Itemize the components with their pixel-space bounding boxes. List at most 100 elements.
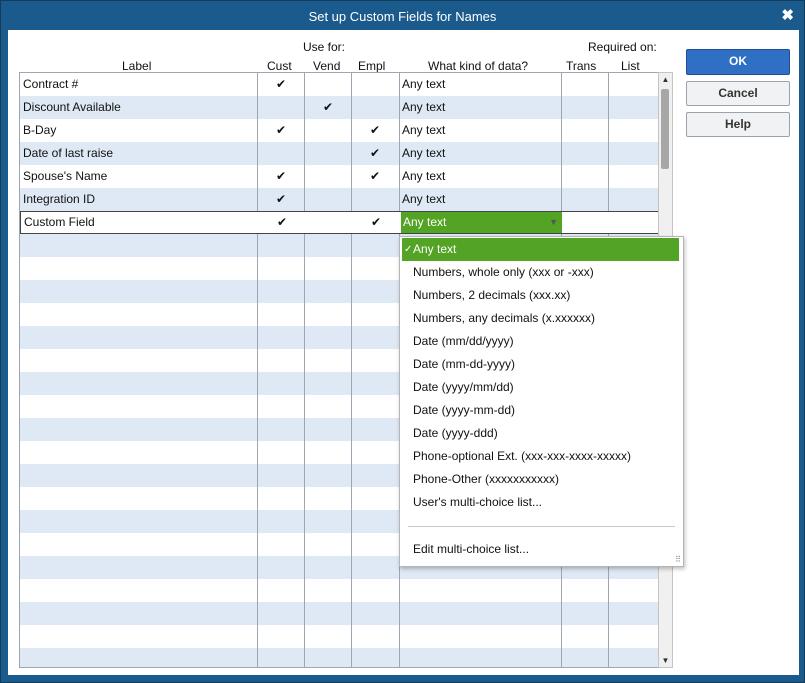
data-type-option[interactable]: ✓ Any text [402,238,679,261]
cust-column-header: Cust [267,59,292,73]
row-empl-cell[interactable]: ✔ [352,119,398,142]
empl-column-header: Empl [358,59,386,73]
scroll-down-icon[interactable]: ▼ [659,654,672,667]
row-cust-cell[interactable]: ✔ [258,73,304,96]
column-divider [351,73,352,667]
scroll-up-icon[interactable]: ▲ [659,73,672,86]
row-vend-cell[interactable] [305,119,351,142]
row-cust-cell[interactable]: ✔ [258,119,304,142]
row-vend-cell[interactable] [305,142,351,165]
label-column-header: Label [122,59,152,73]
option-label: Date (mm/dd/yyyy) [413,334,514,348]
data-type-option[interactable]: Date (yyyy-ddd) [402,422,679,445]
row-label-cell[interactable]: Integration ID [23,188,253,211]
resize-grip-icon[interactable]: ⠿ [675,555,681,564]
dialog-content: Use for: Required on: Label Cust Vend Em… [8,30,799,675]
column-divider [257,73,258,667]
data-type-option[interactable]: Phone-Other (xxxxxxxxxxx) [402,468,679,491]
row-kind-cell[interactable]: Any text [402,96,560,119]
empty-table-row [20,648,659,667]
option-label: Date (yyyy-mm-dd) [413,403,516,417]
data-type-option[interactable]: User's multi-choice list... [402,491,679,514]
dialog-title: Set up Custom Fields for Names [308,9,497,24]
kind-column-header: What kind of data? [428,59,529,73]
data-type-option[interactable]: Date (mm-dd-yyyy) [402,353,679,376]
table-row[interactable]: Spouse's Name ✔ ✔ Any text [20,165,659,188]
vend-column-header: Vend [313,59,341,73]
table-row[interactable]: B-Day ✔ ✔ Any text [20,119,659,142]
option-label: User's multi-choice list... [413,495,542,509]
cancel-button[interactable]: Cancel [686,81,790,106]
data-type-option[interactable]: Numbers, 2 decimals (xxx.xx) [402,284,679,307]
scroll-thumb[interactable] [661,89,669,169]
row-empl-cell[interactable] [352,96,398,119]
empty-table-row [20,602,659,625]
row-kind-cell[interactable]: Any text [402,165,560,188]
list-column-header: List [621,59,640,73]
data-type-dropdown: ✓ Any text Numbers, whole only (xxx or -xx… [399,236,684,567]
option-label: Numbers, any decimals (x.xxxxxx) [413,311,596,325]
row-empl-cell[interactable] [352,188,398,211]
data-type-option[interactable]: Date (yyyy/mm/dd) [402,376,679,399]
option-label: Date (yyyy/mm/dd) [413,380,514,394]
row-label-cell[interactable]: Spouse's Name [23,165,253,188]
row-vend-cell[interactable] [305,165,351,188]
checkmark-icon: ✓ [404,244,413,255]
empty-table-row [20,579,659,602]
row-kind-cell[interactable]: Any text [402,142,560,165]
title-bar: Set up Custom Fields for Names ✖ [1,1,804,30]
menu-separator [408,526,675,527]
option-label: Any text [413,242,457,256]
row-vend-cell[interactable] [305,73,351,96]
setup-custom-fields-dialog: Set up Custom Fields for Names ✖ Use for… [0,0,805,683]
row-kind-cell[interactable]: Any text [402,188,560,211]
active-table-row[interactable]: Custom Field ✔ ✔ Any text ▼ [20,211,659,234]
row-label-cell[interactable]: Date of last raise [23,142,253,165]
data-type-option[interactable]: Date (yyyy-mm-dd) [402,399,679,422]
data-type-value: Any text [403,215,447,229]
table-row[interactable]: Discount Available ✔ Any text [20,96,659,119]
column-divider [304,73,305,667]
row-kind-cell[interactable]: Any text [402,73,560,96]
ok-button[interactable]: OK [686,49,790,75]
row-kind-cell[interactable]: Any text [402,119,560,142]
option-label: Phone-Other (xxxxxxxxxxx) [413,472,560,486]
active-row-empl-check[interactable]: ✔ [353,212,399,235]
row-cust-cell[interactable] [258,142,304,165]
empty-table-row [20,625,659,648]
row-label-cell[interactable]: B-Day [23,119,253,142]
option-label: Date (yyyy-ddd) [413,426,498,440]
table-row[interactable]: Contract # ✔ Any text [20,73,659,96]
active-row-cust-check[interactable]: ✔ [259,212,305,235]
data-type-option[interactable]: Numbers, whole only (xxx or -xxx) [402,261,679,284]
row-cust-cell[interactable] [258,96,304,119]
close-icon[interactable]: ✖ [781,6,794,24]
required-on-header: Required on: [588,40,657,54]
use-for-header: Use for: [303,40,346,54]
trans-column-header: Trans [566,59,597,73]
row-cust-cell[interactable]: ✔ [258,165,304,188]
data-type-combobox[interactable]: Any text ▼ [401,212,562,233]
help-button[interactable]: Help [686,112,790,137]
row-cust-cell[interactable]: ✔ [258,188,304,211]
row-empl-cell[interactable] [352,73,398,96]
data-type-option[interactable]: Numbers, any decimals (x.xxxxxx) [402,307,679,330]
data-type-option[interactable]: Phone-optional Ext. (xxx-xxx-xxxx-xxxxx) [402,445,679,468]
chevron-down-icon[interactable]: ▼ [549,212,558,233]
option-label: Numbers, 2 decimals (xxx.xx) [413,288,571,302]
edit-multi-choice-list-option[interactable]: Edit multi-choice list... [402,538,679,561]
data-type-option[interactable]: Date (mm/dd/yyyy) [402,330,679,353]
active-row-label[interactable]: Custom Field [24,212,254,235]
row-label-cell[interactable]: Contract # [23,73,253,96]
table-row[interactable]: Date of last raise ✔ Any text [20,142,659,165]
row-label-cell[interactable]: Discount Available [23,96,253,119]
option-label: Date (mm-dd-yyyy) [413,357,516,371]
row-empl-cell[interactable]: ✔ [352,142,398,165]
row-empl-cell[interactable]: ✔ [352,165,398,188]
table-row[interactable]: Integration ID ✔ Any text [20,188,659,211]
option-label: Numbers, whole only (xxx or -xxx) [413,265,594,279]
row-vend-cell[interactable] [305,188,351,211]
active-row-vend-check[interactable] [306,212,352,235]
row-vend-cell[interactable]: ✔ [305,96,351,119]
option-label: Phone-optional Ext. (xxx-xxx-xxxx-xxxxx) [413,449,632,463]
